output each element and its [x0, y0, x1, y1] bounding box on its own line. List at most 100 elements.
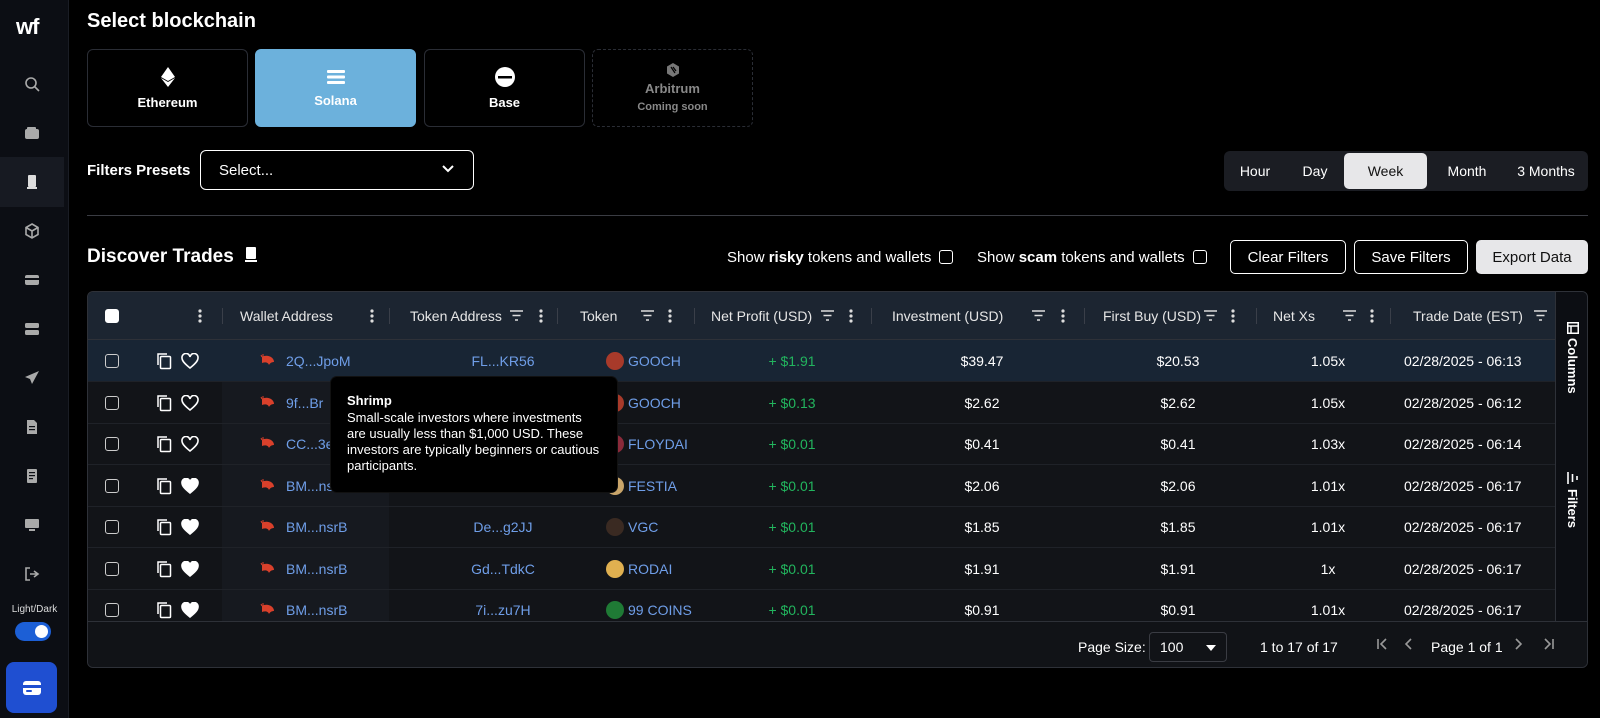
theme-toggle[interactable]	[15, 622, 51, 641]
col-token[interactable]: Token	[580, 292, 617, 340]
chain-ethereum[interactable]: Ethereum	[87, 49, 248, 127]
range-day[interactable]: Day	[1288, 153, 1342, 189]
export-data-button[interactable]: Export Data	[1476, 240, 1588, 274]
token-name[interactable]: GOOCH	[628, 353, 681, 369]
clear-filters-button[interactable]: Clear Filters	[1230, 240, 1346, 274]
chain-base[interactable]: Base	[424, 49, 585, 127]
col-trade-date[interactable]: Trade Date (EST)	[1413, 292, 1523, 340]
col-first-buy[interactable]: First Buy (USD)	[1103, 292, 1201, 340]
token-name[interactable]: GOOCH	[628, 395, 681, 411]
col-net-xs[interactable]: Net Xs	[1273, 292, 1315, 340]
sidebar-send-icon[interactable]	[0, 353, 64, 403]
copy-icon[interactable]	[156, 394, 172, 412]
sidebar-card-icon[interactable]	[0, 255, 64, 305]
copy-icon[interactable]	[156, 477, 172, 495]
wallet-address[interactable]: CC...3e	[286, 436, 333, 452]
page-size-select[interactable]: 100	[1149, 632, 1227, 662]
copy-icon[interactable]	[156, 518, 172, 536]
token-address-cell[interactable]: Gd...TdkC	[450, 548, 556, 590]
range-month[interactable]: Month	[1430, 153, 1504, 189]
row-checkbox[interactable]	[105, 437, 119, 451]
wallet-cell[interactable]: 9f...Br	[260, 382, 323, 424]
wallet-cell[interactable]: BM...ns	[260, 465, 333, 507]
row-checkbox[interactable]	[105, 603, 119, 617]
col-net-profit[interactable]: Net Profit (USD)	[711, 292, 812, 340]
wallet-address[interactable]: BM...nsrB	[286, 561, 347, 577]
row-checkbox[interactable]	[105, 478, 119, 493]
table-row[interactable]: BM...nsrB 7i...zu7H 99 COINS + $0.01 $0.…	[88, 589, 1555, 621]
app-logo[interactable]: wf	[16, 14, 39, 40]
filters-panel-toggle[interactable]: Filters	[1565, 489, 1580, 528]
table-row[interactable]: CC...3e FLOYDAI + $0.01 $0.41 $0.41 1.03…	[88, 423, 1555, 465]
chain-solana[interactable]: Solana	[255, 49, 416, 127]
token-address[interactable]: FL...KR56	[471, 353, 534, 369]
wallet-address[interactable]: BM...nsrB	[286, 602, 347, 618]
token-name[interactable]: VGC	[628, 519, 658, 535]
sidebar-logout-icon[interactable]	[0, 560, 64, 588]
wallet-address[interactable]: 9f...Br	[286, 395, 323, 411]
row-checkbox[interactable]	[105, 354, 119, 368]
show-scam-toggle[interactable]: Show scam tokens and wallets	[977, 249, 1207, 266]
token-address[interactable]: 7i...zu7H	[475, 602, 530, 618]
favorite-heart-icon[interactable]	[181, 436, 199, 452]
scam-checkbox[interactable]	[1192, 250, 1207, 264]
wallet-cell[interactable]: BM...nsrB	[260, 589, 347, 621]
filters-presets-select[interactable]: Select...	[200, 150, 474, 190]
sidebar-stack-icon[interactable]	[0, 304, 64, 354]
favorite-heart-icon[interactable]	[181, 353, 199, 369]
token-cell[interactable]: GOOCH	[606, 382, 681, 424]
token-address-cell[interactable]: 7i...zu7H	[450, 589, 556, 621]
save-filters-button[interactable]: Save Filters	[1354, 240, 1468, 274]
table-row[interactable]: 2Q...JpoM FL...KR56 GOOCH + $1.91 $39.47…	[88, 340, 1555, 382]
col-investment[interactable]: Investment (USD)	[892, 292, 1003, 340]
sidebar-search-icon[interactable]	[0, 59, 64, 109]
row-checkbox[interactable]	[105, 395, 119, 410]
favorite-heart-icon[interactable]	[181, 477, 199, 494]
copy-icon[interactable]	[156, 601, 172, 619]
copy-icon[interactable]	[156, 352, 172, 370]
table-row[interactable]: 9f...Br GOOCH + $0.13 $2.62 $2.62 1.05x …	[88, 382, 1555, 424]
sidebar-wallet-icon[interactable]	[0, 108, 64, 158]
token-cell[interactable]: FLOYDAI	[606, 423, 688, 465]
copy-icon[interactable]	[156, 560, 172, 578]
favorite-heart-icon[interactable]	[181, 560, 199, 577]
sidebar-cube-icon[interactable]	[0, 206, 64, 256]
sidebar-receipt-icon[interactable]	[0, 451, 64, 501]
token-cell[interactable]: VGC	[606, 506, 658, 548]
copy-icon[interactable]	[156, 435, 172, 453]
wallet-cell[interactable]: CC...3e	[260, 423, 333, 465]
wallet-cell[interactable]: BM...nsrB	[260, 506, 347, 548]
token-cell[interactable]: GOOCH	[606, 340, 681, 382]
token-cell[interactable]: RODAI	[606, 548, 672, 590]
wallet-address[interactable]: 2Q...JpoM	[286, 353, 351, 369]
token-name[interactable]: FESTIA	[628, 478, 677, 494]
wallet-cell[interactable]: BM...nsrB	[260, 548, 347, 590]
range-3-months[interactable]: 3 Months	[1508, 153, 1584, 189]
range-hour[interactable]: Hour	[1230, 153, 1280, 189]
table-row[interactable]: BM...nsrB De...g2JJ VGC + $0.01 $1.85 $1…	[88, 506, 1555, 548]
range-week[interactable]: Week	[1344, 153, 1427, 189]
table-row[interactable]: BM...nsrB Gd...TdkC RODAI + $0.01 $1.91 …	[88, 548, 1555, 590]
token-address-cell[interactable]: FL...KR56	[450, 340, 556, 382]
sidebar-document-icon[interactable]	[0, 402, 64, 452]
token-name[interactable]: FLOYDAI	[628, 436, 688, 452]
show-risky-toggle[interactable]: Show risky tokens and wallets	[727, 249, 954, 266]
col-token-address[interactable]: Token Address	[410, 292, 502, 340]
select-all-checkbox[interactable]	[105, 309, 119, 323]
risky-checkbox[interactable]	[939, 250, 954, 264]
sidebar-phone-icon[interactable]	[0, 157, 64, 207]
wallet-cell[interactable]: 2Q...JpoM	[260, 340, 351, 382]
token-cell[interactable]: 99 COINS	[606, 589, 692, 621]
token-address[interactable]: De...g2JJ	[473, 519, 532, 535]
col-wallet-address[interactable]: Wallet Address	[240, 292, 333, 340]
token-address[interactable]: Gd...TdkC	[471, 561, 535, 577]
row-checkbox[interactable]	[105, 561, 119, 576]
table-row[interactable]: BM...ns FESTIA + $0.01 $2.06 $2.06 1.01x…	[88, 465, 1555, 507]
wallet-address[interactable]: BM...nsrB	[286, 519, 347, 535]
wallet-address[interactable]: BM...ns	[286, 478, 333, 494]
row-checkbox[interactable]	[105, 520, 119, 534]
favorite-heart-icon[interactable]	[181, 394, 199, 411]
token-name[interactable]: RODAI	[628, 561, 672, 577]
favorite-heart-icon[interactable]	[181, 602, 199, 618]
wallet-connect-button[interactable]	[6, 662, 57, 713]
